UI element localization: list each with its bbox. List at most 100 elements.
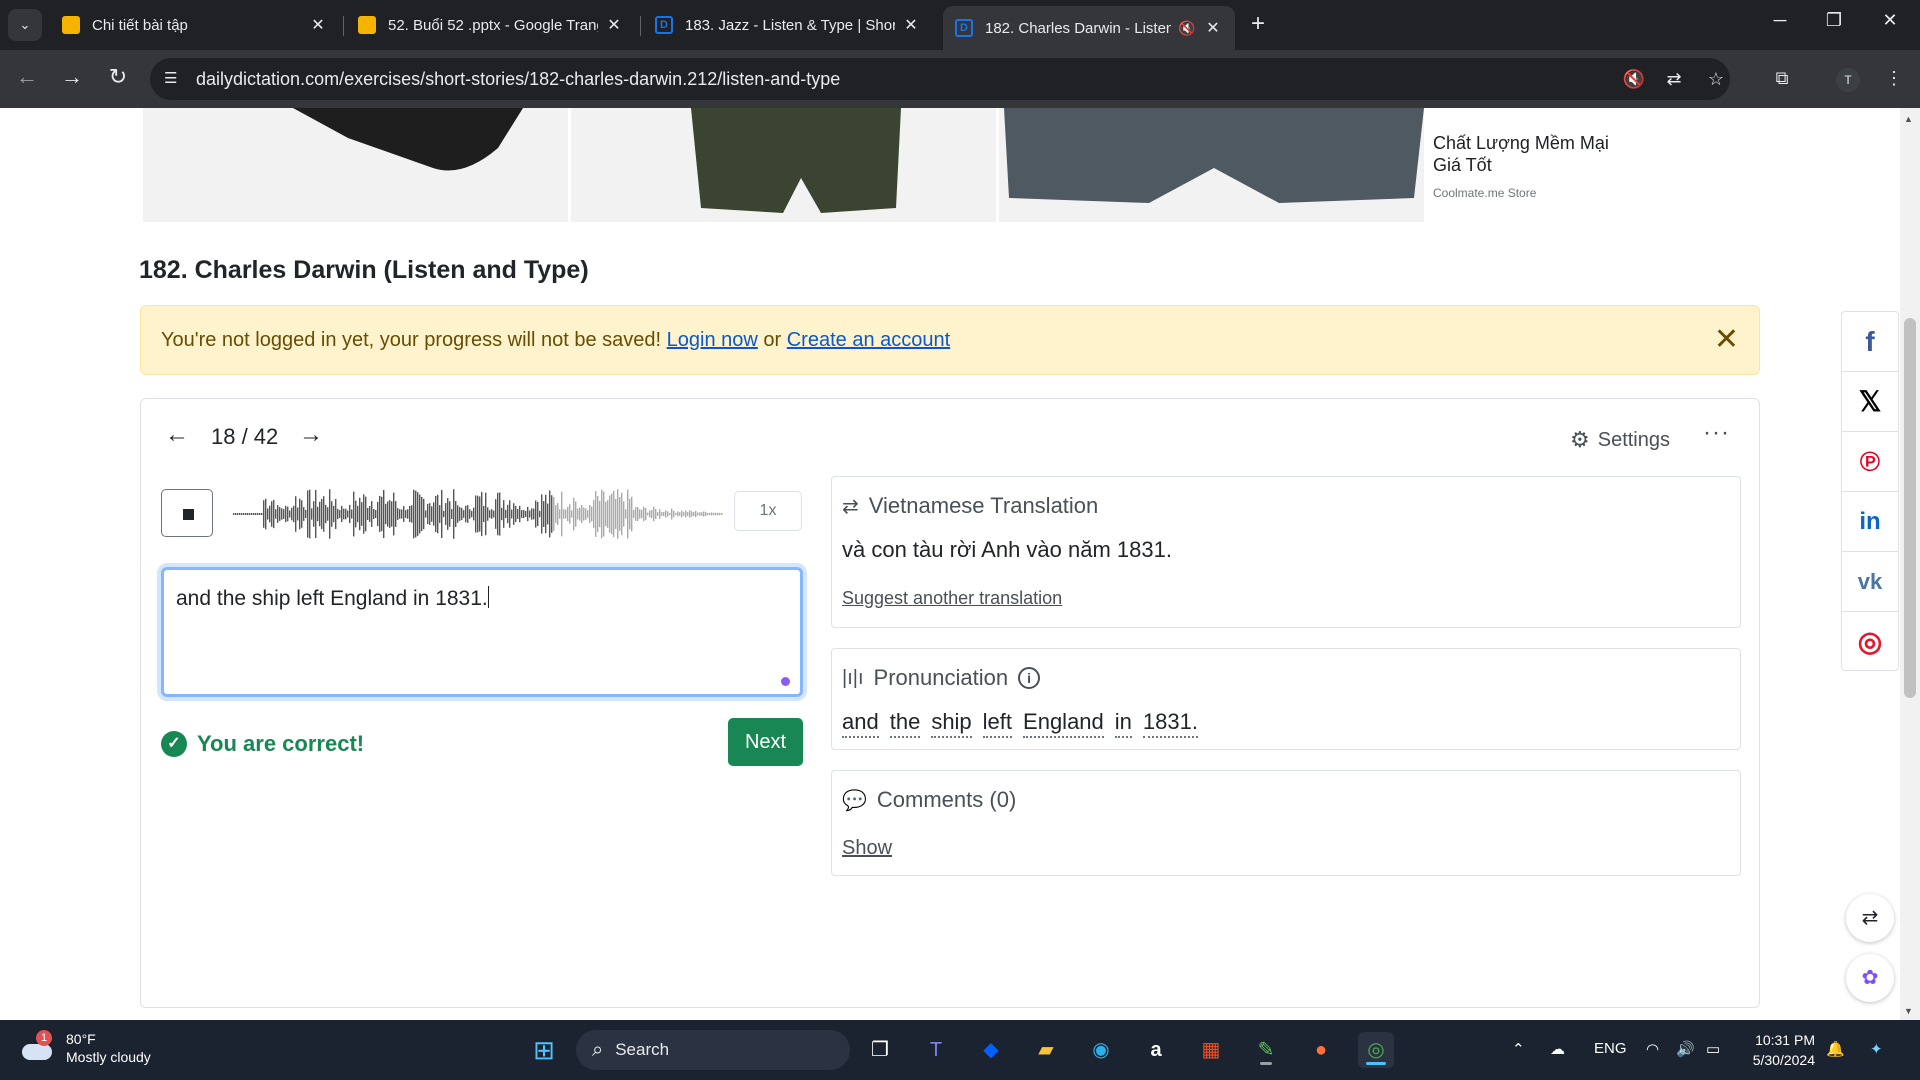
vk-icon[interactable]: vk — [1842, 552, 1898, 612]
address-bar[interactable]: ☰ dailydictation.com/exercises/short-sto… — [150, 58, 1730, 100]
comments-heading-text: Comments (0) — [876, 787, 1017, 812]
notification-bell-icon[interactable]: 🔔 — [1826, 1040, 1845, 1058]
taskbar-search[interactable]: ⌕ Search — [576, 1030, 850, 1070]
teams-icon[interactable]: T — [918, 1032, 954, 1068]
next-button[interactable]: Next — [728, 718, 803, 766]
dropbox-icon[interactable]: ◆ — [973, 1032, 1009, 1068]
url-text[interactable]: dailydictation.com/exercises/short-stori… — [196, 69, 840, 90]
close-window-button[interactable]: ✕ — [1870, 10, 1910, 31]
translation-panel: ⇄ Vietnamese Translation và con tàu rời … — [831, 476, 1741, 628]
chrome-icon[interactable]: ◎ — [1358, 1032, 1394, 1068]
task-view-icon[interactable]: ❐ — [862, 1032, 898, 1068]
tab-google-slides[interactable]: 52. Buổi 52 .pptx - Google Trang ✕ — [346, 6, 636, 44]
alert-message: You're not logged in yet, your progress … — [161, 329, 950, 352]
onedrive-icon[interactable]: ☁ — [1550, 1040, 1565, 1058]
wifi-icon[interactable]: ◠ — [1646, 1040, 1659, 1058]
reload-button[interactable]: ↻ — [103, 64, 133, 90]
show-hidden-icons-icon[interactable]: ⌃ — [1512, 1040, 1525, 1058]
copilot-icon[interactable]: ✦ — [1870, 1040, 1883, 1058]
pinterest-icon[interactable]: ℗ — [1842, 432, 1898, 492]
weather-temp: 80°F — [66, 1031, 96, 1047]
amazon-icon[interactable]: a — [1138, 1032, 1174, 1068]
advertisement-banner[interactable]: Chất Lượng Mềm Mại Giá Tốt Coolmate.me S… — [143, 108, 1640, 224]
greenshot-icon[interactable]: ✎ — [1248, 1032, 1284, 1068]
create-account-link[interactable]: Create an account — [787, 329, 950, 351]
system-clock[interactable]: 10:31 PM 5/30/2024 — [1745, 1030, 1815, 1070]
edge-icon[interactable]: ◉ — [1083, 1032, 1119, 1068]
close-icon[interactable]: ✕ — [604, 15, 624, 35]
tab-separator — [640, 16, 641, 36]
bookmark-star-icon[interactable]: ☆ — [1702, 69, 1730, 90]
tab-separator — [343, 16, 344, 36]
previous-arrow-icon[interactable]: ← — [165, 421, 189, 449]
brain-extension-icon[interactable]: ✿ — [1846, 954, 1894, 1002]
tab-search-button[interactable]: ⌄ — [8, 9, 42, 41]
facebook-icon[interactable]: f — [1842, 312, 1898, 372]
forward-button[interactable]: → — [57, 64, 87, 90]
translate-icon: ⇄ — [842, 495, 859, 518]
windows-start-icon[interactable]: ⊞ — [526, 1032, 562, 1068]
weather-widget[interactable]: 1 80°F Mostly cloudy — [20, 1030, 151, 1066]
profile-avatar[interactable]: T — [1836, 68, 1860, 92]
next-arrow-icon[interactable]: → — [299, 421, 323, 449]
page-title: 182. Charles Darwin (Listen and Type) — [139, 256, 589, 284]
weibo-icon[interactable]: ◎ — [1842, 612, 1898, 672]
more-options-icon[interactable]: ··· — [1703, 419, 1730, 447]
close-icon[interactable]: ✕ — [1203, 18, 1223, 38]
clock-date: 5/30/2024 — [1752, 1052, 1815, 1068]
playback-speed-button[interactable]: 1x — [734, 491, 802, 531]
pronunciation-word[interactable]: and — [842, 709, 879, 738]
alert-close-icon[interactable]: ✕ — [1714, 322, 1739, 357]
linkedin-icon[interactable]: in — [1842, 492, 1898, 552]
tab-jazz[interactable]: D 183. Jazz - Listen & Type | Short ✕ — [643, 6, 933, 44]
grammar-extension-dot[interactable] — [781, 677, 790, 686]
menu-dots-icon[interactable]: ⋮ — [1880, 68, 1908, 89]
ad-product-image — [999, 108, 1424, 222]
firefox-icon[interactable]: ● — [1303, 1032, 1339, 1068]
settings-button[interactable]: ⚙ Settings — [1570, 427, 1670, 453]
stop-button[interactable] — [161, 489, 213, 537]
x-icon[interactable]: 𝕏 — [1842, 372, 1898, 432]
file-explorer-icon[interactable]: ▰ — [1028, 1032, 1064, 1068]
minimize-button[interactable]: ─ — [1760, 10, 1800, 31]
ad-store-name[interactable]: Coolmate.me Store — [1433, 186, 1536, 200]
extensions-icon[interactable]: ⧉ — [1768, 68, 1796, 89]
close-icon[interactable]: ✕ — [901, 15, 921, 35]
pronunciation-word[interactable]: 1831. — [1142, 709, 1198, 738]
pronunciation-word[interactable]: in — [1114, 709, 1132, 738]
volume-icon[interactable]: 🔊 — [1676, 1040, 1695, 1058]
mute-tab-icon[interactable]: 🔇 — [1177, 20, 1197, 37]
input-language[interactable]: ENG — [1594, 1040, 1627, 1057]
pronunciation-word[interactable]: ship — [931, 709, 972, 738]
text-caret — [487, 586, 489, 608]
suggest-translation-link[interactable]: Suggest another translation — [842, 588, 1062, 609]
info-icon[interactable]: i — [1018, 667, 1041, 689]
answer-textarea[interactable]: and the ship left England in 1831. — [161, 567, 803, 697]
battery-icon[interactable]: ▭ — [1706, 1040, 1720, 1058]
restore-button[interactable]: ❐ — [1814, 10, 1854, 31]
close-icon[interactable]: ✕ — [308, 15, 328, 35]
pronunciation-word[interactable]: England — [1023, 709, 1104, 738]
scrollbar-thumb[interactable] — [1904, 318, 1916, 698]
pronunciation-word[interactable]: the — [889, 709, 921, 738]
audio-muted-icon[interactable]: 🔇 — [1620, 69, 1648, 90]
show-comments-link[interactable]: Show — [842, 837, 892, 860]
new-tab-button[interactable]: + — [1243, 10, 1273, 38]
pronunciation-word[interactable]: left — [982, 709, 1013, 738]
scroll-down-arrow-icon[interactable]: ▼ — [1904, 1006, 1913, 1016]
tab-chi-tiet[interactable]: Chi tiết bài tập ✕ — [50, 6, 340, 44]
ad-product-image[interactable] — [571, 108, 996, 222]
site-info-icon[interactable]: ☰ — [164, 69, 177, 87]
microsoft-store-icon[interactable]: ▦ — [1193, 1032, 1229, 1068]
audio-waveform[interactable] — [233, 484, 723, 544]
ad-headline[interactable]: Chất Lượng Mềm Mại Giá Tốt — [1433, 132, 1633, 176]
back-button[interactable]: ← — [12, 64, 42, 90]
translate-extension-icon[interactable]: ⇄ — [1846, 894, 1894, 942]
ad-product-image[interactable] — [143, 108, 568, 222]
tab-charles-darwin[interactable]: D 182. Charles Darwin - Listen 🔇 ✕ — [943, 6, 1235, 50]
login-link[interactable]: Login now — [667, 329, 758, 351]
ad-product-image[interactable] — [999, 108, 1424, 222]
scroll-up-arrow-icon[interactable]: ▲ — [1904, 114, 1913, 124]
page-scrollbar[interactable]: ▲ ▼ — [1900, 108, 1920, 1020]
translate-icon[interactable]: ⇄ — [1660, 69, 1688, 90]
